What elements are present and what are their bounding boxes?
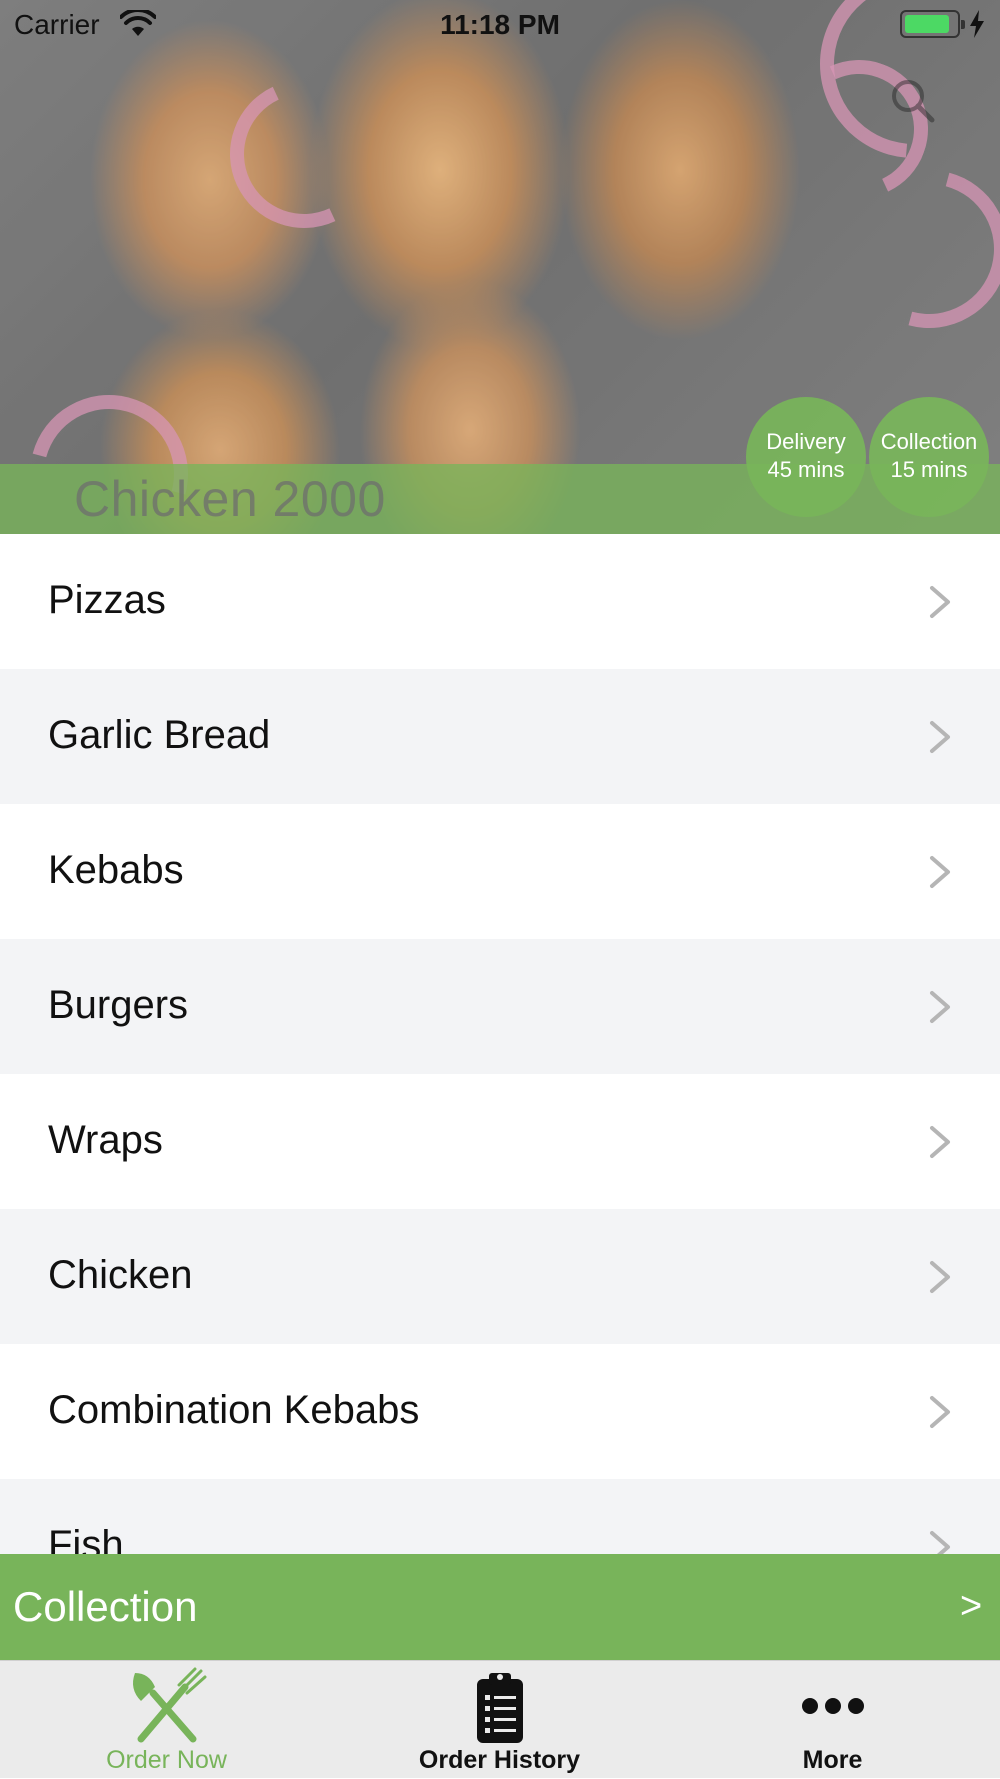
menu-category-label: Combination Kebabs: [48, 1388, 420, 1432]
delivery-time-badge[interactable]: Delivery 45 mins: [746, 397, 866, 517]
menu-category-chicken[interactable]: Chicken: [0, 1209, 1000, 1344]
status-bar: Carrier 11:18 PM: [0, 0, 1000, 50]
tab-order-history[interactable]: Order History: [333, 1661, 666, 1779]
menu-category-garlic-bread[interactable]: Garlic Bread: [0, 669, 1000, 804]
tab-order-now[interactable]: Order Now: [0, 1661, 333, 1779]
chevron-right-icon: [930, 586, 950, 618]
tab-more[interactable]: More: [666, 1661, 999, 1779]
charging-bolt-icon: [970, 10, 984, 38]
chevron-right-icon: [930, 856, 950, 888]
tab-label: Order History: [418, 1746, 581, 1774]
menu-category-wraps[interactable]: Wraps: [0, 1074, 1000, 1209]
menu-category-label: Chicken: [48, 1253, 193, 1297]
clock-label: 11:18 PM: [440, 9, 560, 40]
collection-time-badge[interactable]: Collection 15 mins: [869, 397, 989, 517]
collection-label: Collection: [880, 429, 978, 454]
clipboard-list-icon: [476, 1673, 523, 1743]
menu-category-label: Fish: [48, 1523, 124, 1554]
fork-knife-icon: [132, 1667, 206, 1743]
menu-category-kebabs[interactable]: Kebabs: [0, 804, 1000, 939]
chevron-right-icon: [930, 1261, 950, 1293]
restaurant-name: Chicken 2000: [74, 471, 386, 527]
tab-bar: Order Now Order History More: [0, 1660, 1000, 1778]
menu-category-combination-kebabs[interactable]: Combination Kebabs: [0, 1344, 1000, 1479]
chevron-right-icon: [930, 991, 950, 1023]
menu-category-list[interactable]: Pizzas Garlic Bread Kebabs Burgers Wraps…: [0, 534, 1000, 1554]
menu-category-fish[interactable]: Fish: [0, 1479, 1000, 1554]
menu-category-label: Pizzas: [48, 578, 166, 622]
delivery-time: 45 mins: [767, 457, 845, 482]
order-mode-label: Collection: [13, 1583, 198, 1630]
battery-icon: [900, 10, 965, 38]
delivery-label: Delivery: [766, 429, 846, 454]
collection-time: 15 mins: [890, 457, 968, 482]
hero-banner: Carrier 11:18 PM Chicken 2000 Delivery 4…: [0, 0, 1000, 534]
order-mode-bar[interactable]: Collection >: [0, 1554, 1000, 1660]
menu-category-label: Burgers: [48, 983, 189, 1027]
menu-category-label: Garlic Bread: [48, 713, 271, 757]
menu-category-burgers[interactable]: Burgers: [0, 939, 1000, 1074]
menu-category-pizzas[interactable]: Pizzas: [0, 534, 1000, 669]
more-dots-icon: [801, 1698, 864, 1714]
tab-label: More: [802, 1746, 863, 1774]
chevron-right-icon: [930, 721, 950, 753]
search-icon[interactable]: [888, 76, 936, 124]
chevron-right-icon: [930, 1126, 950, 1158]
chevron-right-icon: [930, 1531, 950, 1554]
chevron-right-icon: [930, 1396, 950, 1428]
order-mode-arrow: >: [960, 1585, 983, 1627]
menu-category-label: Wraps: [48, 1118, 163, 1162]
menu-category-label: Kebabs: [48, 848, 184, 892]
tab-label: Order Now: [106, 1746, 227, 1774]
